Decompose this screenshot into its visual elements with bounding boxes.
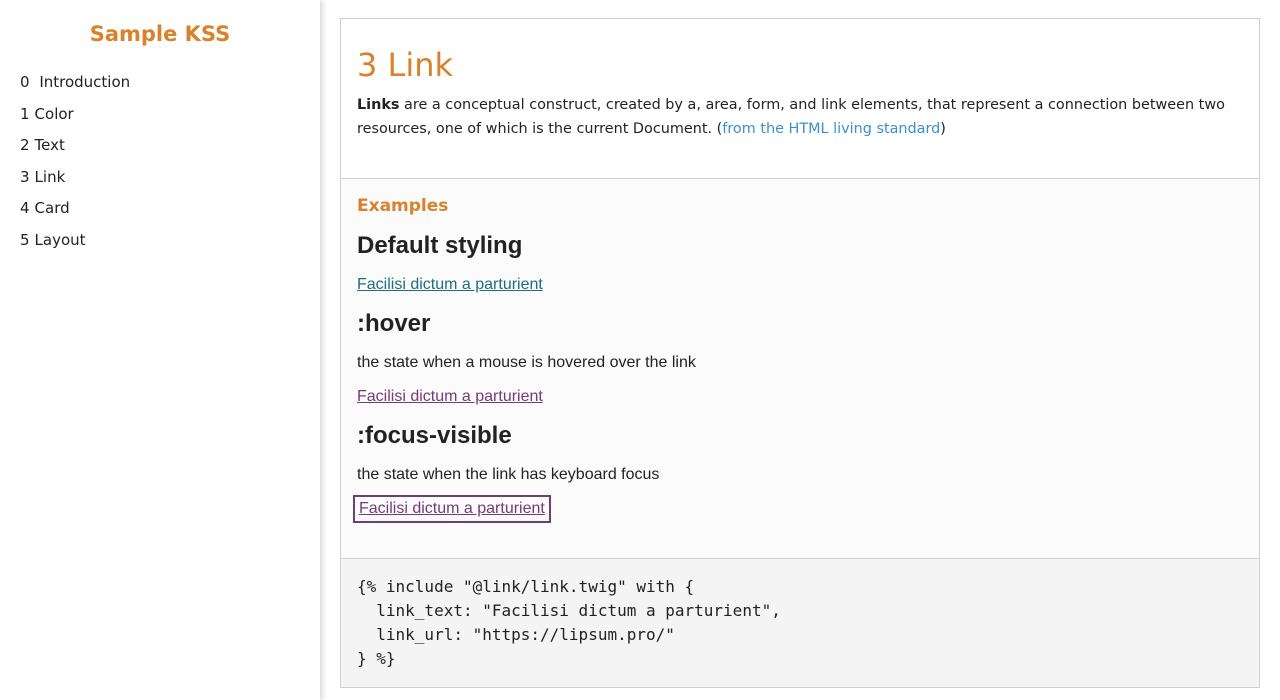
sidebar-item-layout[interactable]: 5 Layout (20, 231, 320, 263)
example-link-hover[interactable]: Facilisi dictum a parturient (357, 387, 543, 407)
nav-number: 3 (20, 167, 30, 186)
page-title: 3 Link (357, 46, 454, 84)
hover-note: the state when a mouse is hovered over t… (357, 354, 696, 371)
code-line: link_url: "https://lipsum.pro/" (357, 625, 675, 644)
sidebar-item-card[interactable]: 4 Card (20, 199, 320, 231)
page-description: Links are a conceptual construct, create… (357, 93, 1243, 141)
sidebar-nav: 0 Introduction 1 Color 2 Text 3 Link 4 Card … (20, 73, 320, 263)
code-line: {% include "@link/link.twig" with { (357, 577, 695, 596)
nav-number: 5 (20, 230, 30, 249)
examples-heading: Examples (357, 196, 449, 216)
code-line: link_text: "Facilisi dictum a parturient… (357, 601, 781, 620)
desc-close: ) (940, 121, 946, 137)
sidebar-item-label: Color (34, 104, 74, 123)
desc-bold: Links (357, 97, 400, 113)
focus-note: the state when the link has keyboard foc… (357, 466, 660, 483)
brand-title[interactable]: Sample KSS (0, 20, 320, 48)
nav-number: 2 (20, 136, 30, 155)
sidebar-item-text[interactable]: 2 Text (20, 136, 320, 168)
focus-visible-heading: :focus-visible (357, 422, 512, 449)
example-link-focus[interactable]: Facilisi dictum a parturient (353, 495, 551, 523)
sidebar-item-link[interactable]: 3 Link (20, 168, 320, 200)
nav-number: 1 (20, 104, 30, 123)
hover-heading: :hover (357, 310, 431, 337)
nav-number: 4 (20, 199, 30, 218)
nav-number: 0 (20, 73, 30, 91)
sidebar-item-label: Card (34, 199, 70, 218)
sidebar-item-introduction[interactable]: 0 Introduction (20, 73, 320, 105)
code-line: } %} (357, 649, 396, 668)
sidebar-item-label: Link (34, 167, 66, 186)
sidebar-item-label: Introduction (39, 73, 131, 91)
code-block: {% include "@link/link.twig" with { link… (341, 559, 1259, 687)
sidebar: Sample KSS 0 Introduction 1 Color 2 Text 3… (0, 0, 320, 700)
examples-section: Examples Default styling Facilisi dictum… (341, 179, 1259, 559)
main-content: 3 Link Links are a conceptual construct,… (340, 18, 1260, 688)
example-link-default[interactable]: Facilisi dictum a parturient (357, 275, 543, 295)
sidebar-item-label: Layout (34, 230, 86, 249)
sidebar-item-label: Text (34, 136, 65, 155)
intro-section: 3 Link Links are a conceptual construct,… (341, 19, 1259, 179)
html-standard-link[interactable]: from the HTML living standard (722, 121, 940, 137)
sidebar-item-color[interactable]: 1 Color (20, 105, 320, 137)
default-styling-heading: Default styling (357, 232, 523, 259)
